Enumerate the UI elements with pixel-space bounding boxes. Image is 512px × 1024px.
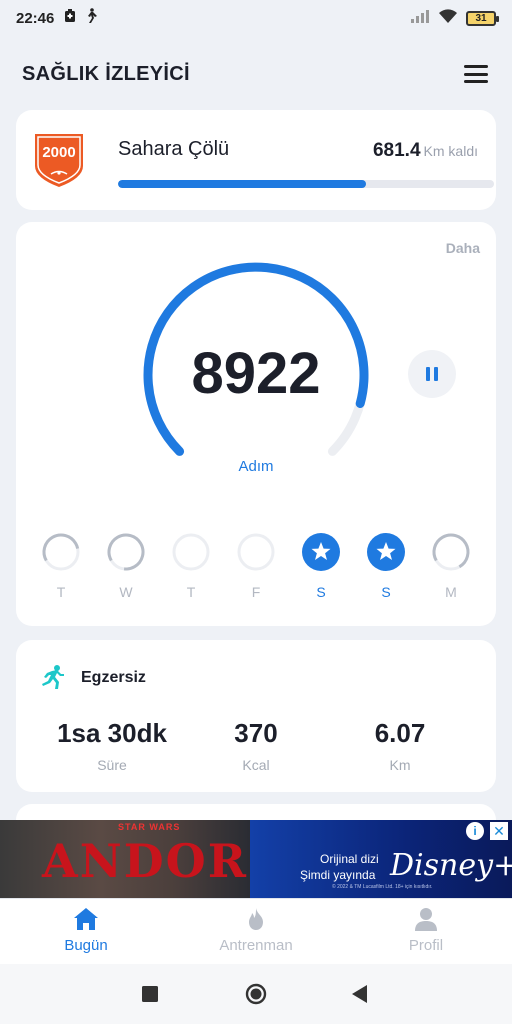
ad-image-left: STAR WARS ANDOR bbox=[0, 820, 250, 898]
app-header: SAĞLIK İZLEYİCİ bbox=[0, 52, 512, 96]
running-icon bbox=[40, 664, 66, 690]
day-ring bbox=[42, 533, 80, 571]
stat-value: 6.07 bbox=[374, 718, 426, 748]
star-icon bbox=[302, 533, 340, 571]
steps-card: Daha 8922 Adım TWTFSSM bbox=[16, 222, 496, 626]
day-item[interactable]: T bbox=[171, 532, 211, 612]
status-time: 22:46 bbox=[16, 9, 55, 27]
ad-info-icon[interactable]: i bbox=[466, 822, 484, 840]
stat-duration: 1sa 30dk Süre bbox=[42, 718, 182, 773]
stat-label: Km bbox=[389, 757, 411, 773]
back-triangle-icon bbox=[352, 985, 367, 1003]
home-button[interactable] bbox=[245, 983, 267, 1010]
walking-icon bbox=[84, 8, 98, 28]
menu-button[interactable] bbox=[462, 62, 490, 86]
ad-close-icon[interactable]: ✕ bbox=[490, 822, 508, 840]
circle-icon bbox=[245, 983, 267, 1005]
menu-icon-bar bbox=[464, 72, 488, 76]
nav-profile[interactable]: Profil bbox=[356, 907, 496, 954]
day-item[interactable]: T bbox=[41, 532, 81, 612]
day-item[interactable]: S bbox=[366, 532, 406, 612]
day-ring bbox=[172, 533, 210, 571]
stat-calories: 370 Kcal bbox=[186, 718, 326, 773]
step-count: 8922 bbox=[191, 341, 321, 406]
pause-button[interactable] bbox=[408, 350, 456, 398]
challenge-card[interactable]: 2000 Sahara Çölü 681.4 Km kaldı bbox=[16, 110, 496, 210]
challenge-progress-bar bbox=[118, 180, 494, 188]
ad-line-1: Orijinal dizi bbox=[320, 852, 379, 866]
remaining-unit: Km kaldı bbox=[423, 143, 478, 159]
day-label: S bbox=[381, 584, 391, 600]
menu-icon-bar bbox=[464, 80, 488, 83]
day-label: T bbox=[56, 584, 66, 600]
recents-button[interactable] bbox=[142, 986, 158, 1007]
home-icon bbox=[74, 908, 98, 930]
exercise-title: Egzersiz bbox=[81, 669, 146, 686]
nav-label: Bugün bbox=[64, 937, 108, 954]
menu-icon bbox=[464, 65, 488, 68]
challenge-badge-icon: 2000 bbox=[34, 132, 84, 188]
ad-brand: Disney+ bbox=[390, 848, 512, 883]
day-label: T bbox=[186, 584, 196, 600]
day-label: W bbox=[119, 584, 133, 600]
stat-value: 1sa 30dk bbox=[57, 718, 167, 748]
week-progress: TWTFSSM bbox=[41, 532, 471, 612]
back-button[interactable] bbox=[352, 985, 368, 1008]
pause-icon-bar bbox=[434, 367, 438, 381]
challenge-remaining: 681.4 Km kaldı bbox=[373, 140, 478, 162]
ad-legal: © 2022 & TM Lucasfilm Ltd. 18+ için kısı… bbox=[332, 884, 433, 890]
battery-icon: 31 bbox=[466, 10, 499, 26]
day-ring bbox=[432, 533, 470, 571]
nav-label: Profil bbox=[408, 937, 444, 954]
pause-icon bbox=[426, 367, 430, 381]
person-icon bbox=[415, 908, 437, 931]
battery-level: 31 bbox=[475, 12, 487, 24]
system-nav-bar bbox=[0, 964, 512, 1024]
day-item[interactable]: M bbox=[431, 532, 471, 612]
ad-banner[interactable]: STAR WARS ANDOR Orijinal dizi Şimdi yayı… bbox=[0, 820, 512, 898]
flame-icon bbox=[249, 908, 263, 930]
ad-line-2: Şimdi yayında bbox=[300, 868, 376, 882]
remaining-value: 681.4 bbox=[372, 140, 421, 161]
square-icon bbox=[142, 986, 158, 1002]
exercise-card[interactable]: Egzersiz 1sa 30dk Süre 370 Kcal 6.07 Km bbox=[16, 640, 496, 792]
day-ring bbox=[107, 533, 145, 571]
day-item[interactable]: F bbox=[236, 532, 276, 612]
nav-label: Antrenman bbox=[219, 937, 293, 954]
day-item[interactable]: S bbox=[301, 532, 341, 612]
step-label: Adım bbox=[238, 458, 274, 475]
stat-label: Kcal bbox=[242, 757, 270, 773]
bottom-nav: Bugün Antrenman Profil bbox=[0, 898, 512, 964]
star-icon bbox=[367, 533, 405, 571]
day-label: F bbox=[251, 584, 261, 600]
nav-today[interactable]: Bugün bbox=[16, 907, 156, 954]
nav-training[interactable]: Antrenman bbox=[186, 907, 326, 954]
challenge-progress-fill bbox=[118, 180, 367, 188]
badge-number: 2000 bbox=[42, 144, 76, 161]
ad-movie-title: ANDOR bbox=[42, 834, 248, 888]
day-item[interactable]: W bbox=[106, 532, 146, 612]
day-label: M bbox=[445, 584, 457, 600]
day-label: S bbox=[316, 584, 326, 600]
stat-label: Süre bbox=[97, 757, 127, 773]
challenge-name: Sahara Çölü bbox=[118, 138, 230, 160]
ad-tag: STAR WARS bbox=[118, 822, 181, 832]
wifi-icon bbox=[438, 8, 458, 28]
stat-distance: 6.07 Km bbox=[330, 718, 470, 773]
page-title: SAĞLIK İZLEYİCİ bbox=[22, 62, 190, 85]
signal-icon bbox=[410, 9, 430, 27]
battery-saver-icon bbox=[64, 9, 76, 27]
stat-value: 370 bbox=[234, 718, 278, 748]
status-bar: 22:46 31 bbox=[0, 0, 512, 36]
day-ring bbox=[237, 533, 275, 571]
